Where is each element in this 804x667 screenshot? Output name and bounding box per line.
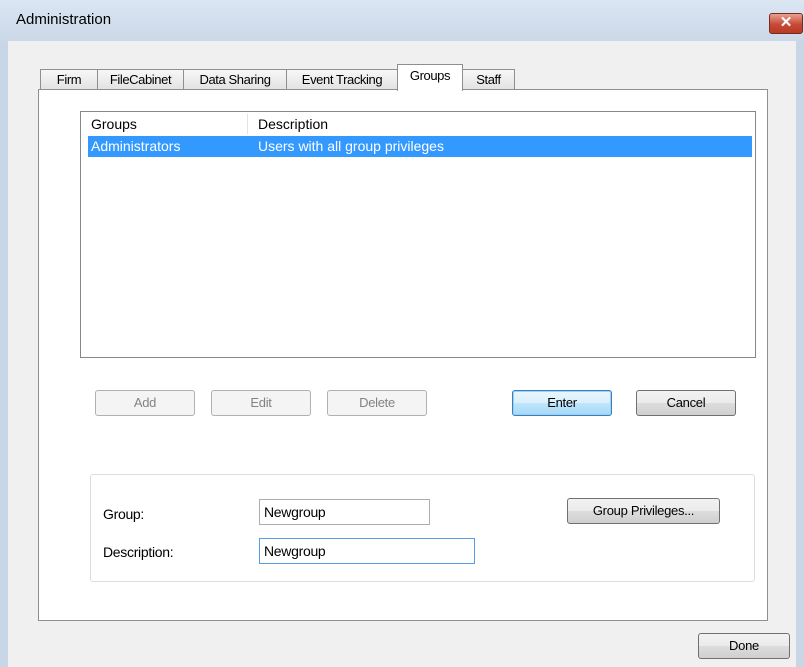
- group-label: Group:: [103, 506, 144, 522]
- dialog-client-area: Firm FileCabinet Data Sharing Event Trac…: [8, 41, 796, 667]
- done-button[interactable]: Done: [698, 633, 790, 659]
- tab-staff[interactable]: Staff: [462, 69, 515, 89]
- column-header-groups[interactable]: Groups: [91, 112, 137, 136]
- description-input[interactable]: Newgroup: [259, 538, 475, 564]
- group-privileges-button[interactable]: Group Privileges...: [567, 498, 720, 524]
- cancel-button[interactable]: Cancel: [636, 390, 736, 416]
- tab-groups[interactable]: Groups: [397, 64, 463, 91]
- delete-button[interactable]: Delete: [327, 390, 427, 416]
- group-name-input[interactable]: Newgroup: [259, 499, 430, 525]
- tab-filecabinet[interactable]: FileCabinet: [97, 69, 184, 89]
- enter-button[interactable]: Enter: [512, 390, 612, 416]
- groups-list[interactable]: Groups Description Administrators Users …: [80, 111, 756, 358]
- tab-event-tracking[interactable]: Event Tracking: [286, 69, 398, 89]
- description-label: Description:: [103, 544, 174, 560]
- close-button[interactable]: ✕: [769, 13, 803, 34]
- title-bar[interactable]: Administration ✕: [0, 0, 804, 41]
- administration-window: Administration ✕ Firm FileCabinet Data S…: [0, 0, 804, 667]
- close-icon: ✕: [779, 14, 793, 31]
- groups-tab-panel: Groups Description Administrators Users …: [38, 89, 768, 621]
- column-header-description[interactable]: Description: [258, 112, 328, 136]
- add-button[interactable]: Add: [95, 390, 195, 416]
- list-header: Groups Description: [81, 112, 755, 136]
- table-row[interactable]: Administrators Users with all group priv…: [88, 136, 752, 157]
- group-edit-box: Group: Newgroup Description: Newgroup Gr…: [90, 474, 755, 582]
- edit-button[interactable]: Edit: [211, 390, 311, 416]
- window-title: Administration: [16, 11, 112, 28]
- row-description-cell: Users with all group privileges: [258, 138, 444, 154]
- row-group-cell: Administrators: [91, 138, 181, 154]
- tab-firm[interactable]: Firm: [40, 69, 98, 89]
- column-separator[interactable]: [247, 114, 248, 134]
- tab-data-sharing[interactable]: Data Sharing: [183, 69, 287, 89]
